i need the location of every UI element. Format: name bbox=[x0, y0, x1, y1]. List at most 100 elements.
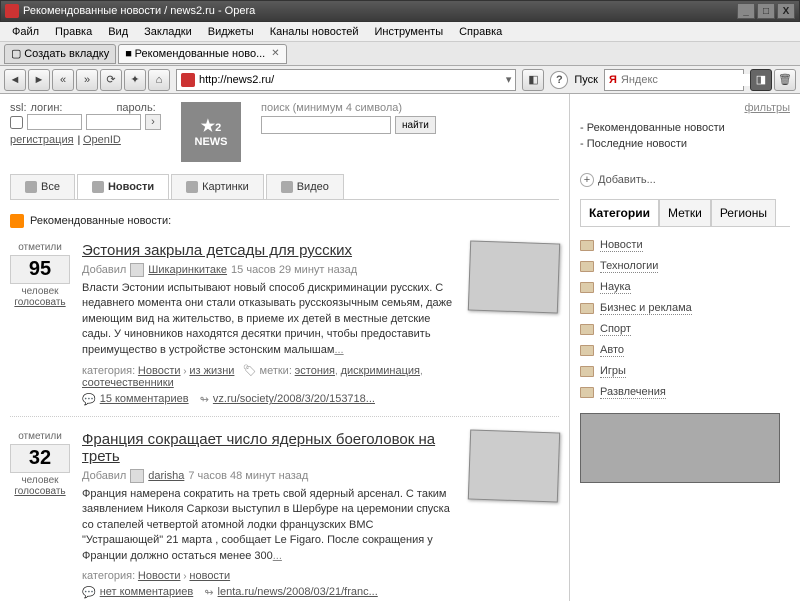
login-input[interactable] bbox=[27, 114, 82, 130]
menu-widgets[interactable]: Виджеты bbox=[200, 24, 262, 40]
site-search-button[interactable]: найти bbox=[395, 116, 436, 134]
forward-button[interactable]: ► bbox=[28, 69, 50, 91]
register-link[interactable]: регистрация bbox=[10, 134, 74, 146]
vote-link[interactable]: голосовать bbox=[10, 486, 70, 497]
source-link[interactable]: lenta.ru/news/2008/03/21/franc... bbox=[218, 586, 378, 598]
author-link[interactable]: darisha bbox=[148, 470, 184, 482]
maximize-button[interactable]: □ bbox=[757, 3, 775, 19]
tab-close-icon[interactable]: ✕ bbox=[271, 48, 279, 59]
page-heading: Рекомендованные новости: bbox=[10, 214, 559, 228]
site-logo[interactable]: ★2 NEWS bbox=[181, 102, 241, 162]
site-search-input[interactable] bbox=[261, 116, 391, 134]
cat-entertainment[interactable]: Развлечения bbox=[600, 386, 666, 399]
url-input[interactable] bbox=[199, 74, 506, 86]
rss-button[interactable]: ◧ bbox=[522, 69, 544, 91]
cattab-regions[interactable]: Регионы bbox=[711, 199, 776, 226]
login-row: ssl: логин: пароль: bbox=[10, 102, 161, 114]
comments-link[interactable]: 15 комментариев bbox=[100, 393, 189, 405]
openid-link[interactable]: OpenID bbox=[83, 134, 121, 146]
cattab-tags[interactable]: Метки bbox=[659, 199, 711, 226]
cat-sport[interactable]: Спорт bbox=[600, 323, 631, 336]
reload-button[interactable]: ⟳ bbox=[100, 69, 122, 91]
site-search: поиск (минимум 4 символа) найти bbox=[261, 102, 436, 134]
folder-icon bbox=[580, 387, 594, 398]
menu-file[interactable]: Файл bbox=[4, 24, 47, 40]
article-title[interactable]: Эстония закрыла детсады для русских bbox=[82, 242, 352, 259]
folder-icon bbox=[580, 240, 594, 251]
tab-pictures[interactable]: Картинки bbox=[171, 174, 264, 199]
add-link[interactable]: +Добавить... bbox=[580, 170, 790, 187]
tag-link[interactable]: соотечественники bbox=[82, 377, 174, 389]
author-link[interactable]: Шикаринкитаке bbox=[148, 264, 227, 276]
home-button[interactable]: ⌂ bbox=[148, 69, 170, 91]
comment-icon: 💬 bbox=[82, 586, 96, 599]
password-input[interactable] bbox=[86, 114, 141, 130]
cat-link[interactable]: Новости bbox=[138, 365, 181, 377]
more-link[interactable]: ... bbox=[273, 550, 282, 562]
article-title[interactable]: Франция сокращает число ядерных боеголов… bbox=[82, 431, 435, 465]
vote-count: 32 bbox=[10, 444, 70, 473]
wand-button[interactable]: ✦ bbox=[124, 69, 146, 91]
go-label[interactable]: Пуск bbox=[574, 74, 598, 86]
menu-tools[interactable]: Инструменты bbox=[367, 24, 452, 40]
recommended-link[interactable]: - Рекомендованные новости bbox=[580, 122, 725, 134]
tag-link[interactable]: эстония bbox=[295, 365, 335, 377]
help-button[interactable]: ? bbox=[550, 71, 568, 89]
article-thumbnail[interactable] bbox=[468, 429, 560, 502]
trash-button[interactable]: 🗑 bbox=[774, 69, 796, 91]
menu-view[interactable]: Вид bbox=[100, 24, 136, 40]
tab-video[interactable]: Видео bbox=[266, 174, 344, 199]
tag-link[interactable]: дискриминация bbox=[341, 365, 420, 377]
browser-search-input[interactable] bbox=[621, 74, 763, 86]
tab-bar: ▢ Создать вкладку ■ Рекомендованные ново… bbox=[0, 42, 800, 66]
filters-link[interactable]: фильтры bbox=[744, 102, 790, 114]
rewind-button[interactable]: « bbox=[52, 69, 74, 91]
cat-games[interactable]: Игры bbox=[600, 365, 626, 378]
minimize-button[interactable]: _ bbox=[737, 3, 755, 19]
search-engine-icon[interactable]: Я bbox=[609, 74, 617, 86]
panel-button[interactable]: ◨ bbox=[750, 69, 772, 91]
cat-auto[interactable]: Авто bbox=[600, 344, 624, 357]
promo-image[interactable] bbox=[580, 413, 780, 483]
close-button[interactable]: X bbox=[777, 3, 795, 19]
source-link[interactable]: vz.ru/society/2008/3/20/153718... bbox=[213, 393, 375, 405]
cat-science[interactable]: Наука bbox=[600, 281, 631, 294]
fastforward-button[interactable]: » bbox=[76, 69, 98, 91]
back-button[interactable]: ◄ bbox=[4, 69, 26, 91]
menu-help[interactable]: Справка bbox=[451, 24, 510, 40]
news-icon bbox=[92, 181, 104, 193]
menu-edit[interactable]: Правка bbox=[47, 24, 100, 40]
cat-tech[interactable]: Технологии bbox=[600, 260, 658, 273]
new-tab-button[interactable]: ▢ Создать вкладку bbox=[4, 44, 116, 64]
cat-business[interactable]: Бизнес и реклама bbox=[600, 302, 692, 315]
article-thumbnail[interactable] bbox=[468, 240, 560, 313]
menu-feeds[interactable]: Каналы новостей bbox=[262, 24, 367, 40]
ssl-checkbox[interactable] bbox=[10, 116, 23, 129]
ssl-label: ssl: bbox=[10, 102, 27, 114]
vote-box: отметили 95 человек голосовать bbox=[10, 242, 70, 406]
browser-search[interactable]: Я ▾ bbox=[604, 69, 744, 91]
latest-link[interactable]: - Последние новости bbox=[580, 138, 687, 150]
comments-link[interactable]: нет комментариев bbox=[100, 586, 194, 598]
rss-icon[interactable] bbox=[10, 214, 24, 228]
article-excerpt: Франция намерена сократить на треть свой… bbox=[82, 487, 457, 564]
folder-icon bbox=[580, 324, 594, 335]
cattab-categories[interactable]: Категории bbox=[580, 199, 659, 226]
address-dropdown-icon[interactable]: ▾ bbox=[506, 73, 512, 86]
section-tabs: Все Новости Картинки Видео bbox=[10, 174, 559, 200]
time-label: 15 часов 29 минут назад bbox=[231, 264, 357, 276]
cat-link[interactable]: Новости bbox=[138, 570, 181, 582]
tab-current[interactable]: ■ Рекомендованные ново... ✕ bbox=[118, 44, 286, 64]
vote-top-label: отметили bbox=[10, 242, 70, 253]
login-submit[interactable]: › bbox=[145, 114, 161, 130]
menu-bookmarks[interactable]: Закладки bbox=[136, 24, 200, 40]
tab-all[interactable]: Все bbox=[10, 174, 75, 199]
more-link[interactable]: ... bbox=[334, 344, 343, 356]
vote-link[interactable]: голосовать bbox=[10, 297, 70, 308]
subcat-link[interactable]: из жизни bbox=[189, 365, 234, 377]
tab-news[interactable]: Новости bbox=[77, 174, 169, 199]
address-bar[interactable]: ▾ bbox=[176, 69, 516, 91]
page-main: ssl: логин: пароль: › регистрация| OpenI… bbox=[0, 94, 570, 601]
subcat-link[interactable]: новости bbox=[189, 570, 230, 582]
cat-news[interactable]: Новости bbox=[600, 239, 643, 252]
